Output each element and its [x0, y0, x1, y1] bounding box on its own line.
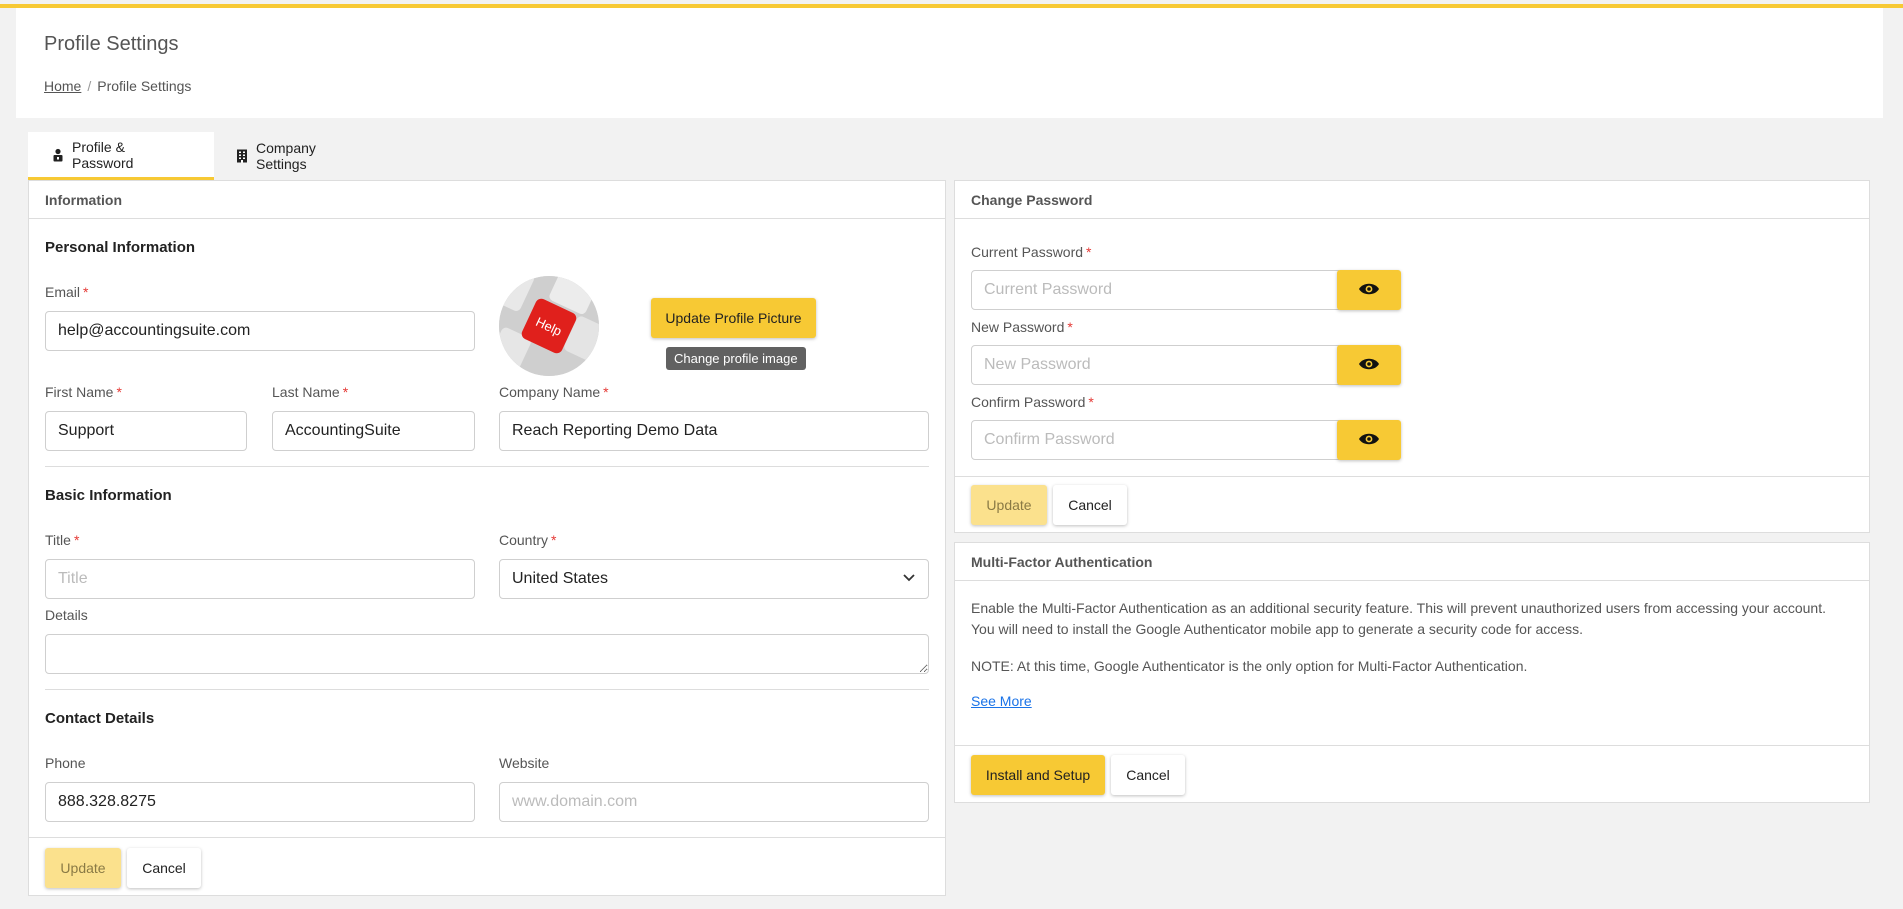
- mfa-note: NOTE: At this time, Google Authenticator…: [971, 658, 1528, 674]
- user-lock-icon: [52, 148, 64, 162]
- section-title: Basic Information: [45, 487, 172, 504]
- required-marker: *: [116, 384, 122, 400]
- company-name-field[interactable]: [499, 411, 929, 451]
- required-marker: *: [1086, 244, 1092, 260]
- tab-company-settings[interactable]: Company Settings: [212, 132, 392, 180]
- update-profile-picture-button[interactable]: Update Profile Picture: [651, 298, 816, 338]
- divider: [29, 837, 945, 838]
- required-marker: *: [73, 532, 80, 548]
- required-marker: *: [1088, 394, 1094, 410]
- cancel-mfa-button[interactable]: Cancel: [1111, 755, 1185, 795]
- first-name-field[interactable]: [45, 411, 247, 451]
- country-value: United States: [512, 570, 609, 587]
- divider: [955, 476, 1869, 477]
- label-text: Confirm Password: [971, 394, 1086, 410]
- label-text: New Password: [971, 319, 1065, 335]
- eye-icon: [1358, 282, 1380, 299]
- mfa-description-line2: You will need to install the Google Auth…: [971, 621, 1583, 637]
- country-label: Country *: [499, 532, 556, 548]
- section-title: Contact Details: [45, 710, 155, 727]
- tab-label: Company Settings: [256, 140, 316, 172]
- required-marker: *: [1067, 319, 1073, 335]
- first-name-label: First Name *: [45, 384, 122, 400]
- phone-field[interactable]: [45, 782, 475, 822]
- details-label: Details: [45, 607, 88, 623]
- phone-label: Phone: [45, 755, 86, 771]
- cancel-button[interactable]: Cancel: [127, 848, 201, 888]
- title-label: Title *: [45, 532, 79, 548]
- confirm-password-field[interactable]: [971, 420, 1339, 460]
- toggle-current-password-button[interactable]: [1337, 270, 1401, 310]
- tab-label: Profile & Password: [72, 138, 134, 171]
- confirm-password-label: Confirm Password *: [971, 394, 1094, 410]
- toggle-confirm-password-button[interactable]: [1337, 420, 1401, 460]
- required-marker: *: [83, 284, 89, 300]
- toggle-new-password-button[interactable]: [1337, 345, 1401, 385]
- current-password-label: Current Password *: [971, 244, 1092, 260]
- website-label: Website: [499, 755, 550, 771]
- panel-title: Multi-Factor Authentication: [955, 543, 1869, 581]
- label-text: First Name: [45, 384, 114, 400]
- building-icon: [236, 149, 248, 163]
- divider: [955, 745, 1869, 746]
- mfa-panel: Multi-Factor Authentication Enable the M…: [954, 542, 1870, 803]
- last-name-label: Last Name *: [272, 384, 348, 400]
- required-marker: *: [551, 532, 557, 548]
- avatar[interactable]: Help: [499, 276, 599, 376]
- information-panel: Information Personal Information Email * …: [28, 180, 946, 896]
- install-and-setup-button[interactable]: Install and Setup: [971, 755, 1105, 795]
- website-field[interactable]: [499, 782, 929, 822]
- update-button[interactable]: Update: [45, 848, 121, 888]
- mfa-description-line1: Enable the Multi-Factor Authentication a…: [971, 600, 1826, 616]
- avatar-image: Help: [499, 276, 599, 376]
- company-name-label: Company Name *: [499, 384, 609, 400]
- divider: [45, 689, 929, 690]
- last-name-field[interactable]: [272, 411, 475, 451]
- label-text: Company Name: [499, 384, 601, 400]
- panel-title: Information: [29, 181, 945, 219]
- new-password-label: New Password *: [971, 319, 1073, 335]
- page-title: Profile Settings: [44, 33, 179, 55]
- panel-title: Change Password: [955, 181, 1869, 219]
- top-bar: [0, 0, 1903, 8]
- required-marker: *: [603, 384, 609, 400]
- label-text: Current Password: [971, 244, 1084, 260]
- label-text: Last Name: [272, 384, 340, 400]
- tab-profile-password[interactable]: Profile & Password: [28, 132, 214, 180]
- label-text: Title: [45, 532, 71, 548]
- breadcrumb-current: Profile Settings: [97, 78, 192, 94]
- current-password-field[interactable]: [971, 270, 1339, 310]
- details-field[interactable]: [45, 634, 929, 674]
- cancel-password-button[interactable]: Cancel: [1053, 485, 1127, 525]
- see-more-link[interactable]: See More: [971, 693, 1032, 709]
- required-marker: *: [342, 384, 349, 400]
- section-title: Personal Information: [45, 239, 196, 256]
- change-password-panel: Change Password Current Password * New Pa…: [954, 180, 1870, 533]
- new-password-field[interactable]: [971, 345, 1339, 385]
- title-field[interactable]: [45, 559, 475, 599]
- chevron-down-icon: [902, 559, 916, 599]
- update-password-button[interactable]: Update: [971, 485, 1047, 525]
- email-field[interactable]: [45, 311, 475, 351]
- email-label: Email *: [45, 284, 88, 300]
- label-text: Country: [499, 532, 549, 548]
- breadcrumb-home-link[interactable]: Home: [44, 78, 81, 94]
- page-header: Profile Settings Home / Profile Settings: [16, 8, 1883, 118]
- eye-icon: [1358, 357, 1380, 374]
- country-select[interactable]: United States: [499, 559, 929, 599]
- eye-icon: [1358, 432, 1380, 449]
- breadcrumb-separator: /: [87, 78, 92, 94]
- label-text: Email: [45, 284, 81, 300]
- divider: [45, 466, 929, 467]
- breadcrumb: Home / Profile Settings: [44, 78, 191, 94]
- tooltip: Change profile image: [666, 347, 806, 370]
